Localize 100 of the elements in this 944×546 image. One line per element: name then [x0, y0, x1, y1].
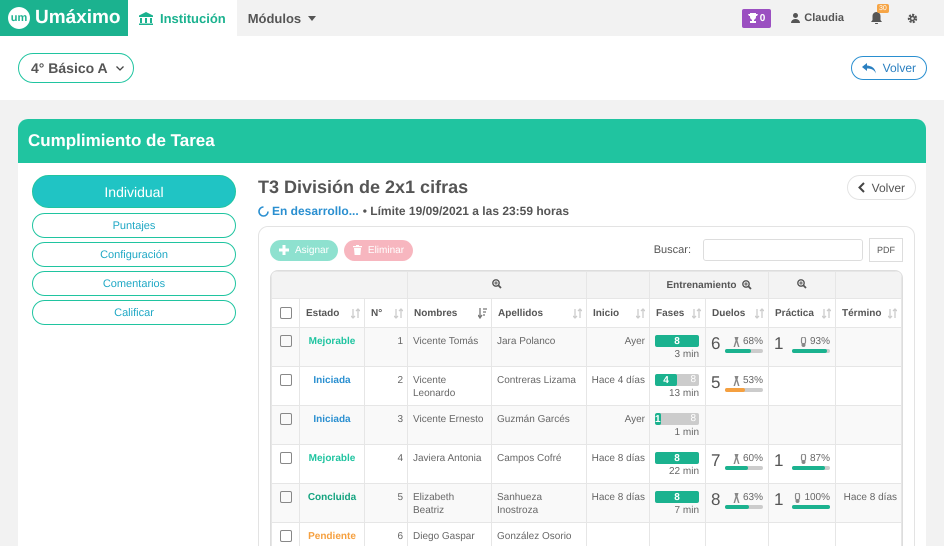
select-all-checkbox[interactable] [280, 307, 292, 319]
card-title: Cumplimiento de Tarea [18, 119, 926, 163]
table-cell: 4 [397, 453, 403, 464]
column-header[interactable]: N° [371, 308, 382, 318]
percentage: 53% [743, 374, 764, 387]
table-cell: Guzmán Garcés [497, 414, 570, 425]
user-menu[interactable]: Claudia [791, 12, 844, 24]
elapsed-time: 22 min [668, 465, 699, 478]
phase-progress-fill: 8 [655, 491, 699, 503]
table-cell: Vicente Leonardo [413, 375, 456, 399]
undo-arrow-icon [862, 62, 877, 74]
table-cell: Sanhueza Inostroza [497, 492, 542, 516]
thermometer-icon [800, 336, 807, 346]
caret-icon [308, 16, 316, 20]
search-label: Buscar: [654, 244, 692, 256]
elapsed-time: 3 min [674, 348, 699, 361]
percentage: 68% [743, 335, 764, 348]
building-icon [139, 12, 153, 24]
logo-mark: um [8, 7, 30, 29]
settings-icon [907, 12, 918, 24]
bell-icon [871, 12, 882, 24]
status-text: Iniciada [313, 375, 351, 386]
phase-progress-fill: 4 [655, 374, 677, 386]
thermometer-icon [794, 492, 802, 502]
table-cell: Ayer [624, 414, 645, 425]
zoom-in-icon [492, 278, 502, 288]
phase-progress-fill: 1 [655, 413, 660, 425]
spinner-icon [258, 206, 269, 216]
score-count: 5 [711, 374, 720, 392]
elapsed-time: 13 min [668, 387, 699, 400]
back-button[interactable]: Volver [846, 175, 916, 200]
thermometer-icon [800, 454, 807, 464]
ribbon-icon [733, 492, 740, 502]
table-cell: Elizabeth Beatriz [413, 492, 454, 516]
back-button[interactable]: Volver [850, 56, 927, 80]
column-header[interactable]: Estado [306, 308, 340, 318]
table-cell: 1 [397, 336, 403, 347]
chevron-icon [116, 66, 124, 70]
row-checkbox[interactable] [280, 452, 292, 464]
table-cell: Diego Gaspar [413, 531, 475, 542]
status-text: Pendiente [308, 531, 356, 542]
status-text: Mejorable [308, 336, 356, 347]
score-count: 6 [711, 335, 720, 353]
percentage: 63% [743, 491, 764, 504]
table-cell: Hace 8 días [844, 492, 898, 503]
zoom-in-icon [797, 278, 808, 288]
table-cell: 3 [397, 414, 403, 425]
elapsed-time: 7 min [674, 504, 699, 517]
group-heading: Entrenamiento [666, 280, 737, 290]
table-cell: Ayer [624, 336, 645, 347]
pdf-button[interactable]: PDF [869, 238, 904, 262]
score-count: 1 [774, 452, 784, 470]
table-cell: 5 [397, 492, 403, 503]
trophy-badge[interactable]: 0 [742, 8, 772, 28]
row-checkbox[interactable] [280, 530, 292, 542]
column-header[interactable]: Fases [656, 308, 684, 318]
table-cell: Contreras Lizama [497, 375, 576, 386]
user-icon [791, 13, 800, 23]
chevron-left-icon [858, 182, 865, 193]
percentage: 100% [804, 491, 830, 504]
row-checkbox[interactable] [280, 335, 292, 348]
brand-name: Umáximo [35, 7, 121, 29]
ribbon-icon [733, 336, 740, 346]
score-count: 7 [711, 452, 720, 470]
table-cell: Hace 8 días [592, 492, 645, 503]
percentage: 60% [743, 452, 764, 465]
zoom-in-icon [742, 280, 752, 290]
task-deadline: • Límite 19/09/2021 a las 23:59 horas [362, 204, 570, 218]
row-checkbox[interactable] [280, 413, 292, 426]
column-header[interactable]: Nombres [414, 308, 458, 318]
table-cell: Jara Polanco [497, 336, 556, 347]
trophy-icon [748, 13, 758, 23]
table-cell: 2 [397, 375, 403, 386]
ribbon-icon [733, 454, 740, 464]
table-cell: Vicente Ernesto [413, 414, 484, 425]
score-count: 1 [774, 491, 784, 509]
row-checkbox[interactable] [280, 491, 292, 504]
percentage: 87% [810, 452, 830, 465]
table-cell: Vicente Tomás [413, 336, 478, 347]
column-header[interactable]: Inicio [593, 308, 620, 318]
nav-tab[interactable]: Módulos [236, 0, 328, 36]
elapsed-time: 1 min [674, 426, 699, 439]
table-cell: Campos Cofré [497, 453, 562, 464]
table-cell: Javiera Antonia [413, 453, 482, 464]
trash-icon [352, 245, 362, 255]
status-text: Concluida [308, 492, 356, 503]
table-cell: 6 [397, 531, 403, 542]
phase-progress-fill: 8 [655, 452, 699, 464]
search-field[interactable] [703, 239, 864, 261]
score-count: 1 [774, 335, 784, 353]
table-cell: Hace 4 días [592, 375, 645, 386]
row-checkbox[interactable] [280, 374, 292, 386]
course-select[interactable]: 4° Básico A [18, 53, 134, 83]
percentage: 93% [810, 335, 830, 348]
status-text: Iniciada [313, 414, 351, 425]
column-header[interactable]: Apellidos [498, 308, 544, 318]
ribbon-icon [733, 376, 740, 386]
table-cell: Hace 8 días [592, 453, 645, 464]
task-title: T3 División de 2x1 cifras [258, 177, 470, 198]
status-text: Mejorable [308, 453, 356, 464]
